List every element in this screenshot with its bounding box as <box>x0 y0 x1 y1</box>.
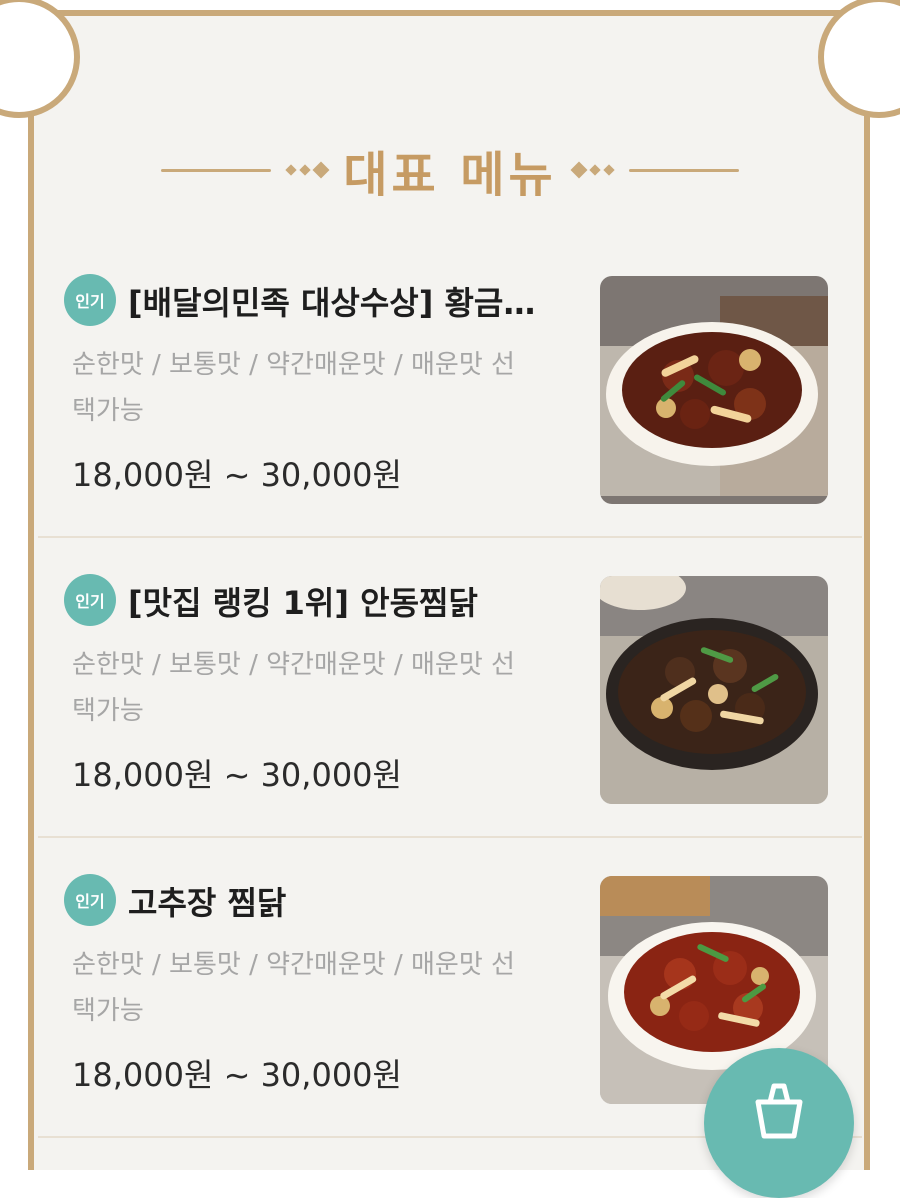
frame-corner-right <box>818 0 900 118</box>
ornament-line-right <box>628 168 739 172</box>
shopping-bag-icon <box>755 1083 803 1139</box>
menu-description: 순한맛 / 보통맛 / 약간매운맛 / 매운맛 선 택가능 <box>72 342 572 434</box>
menu-name[interactable]: [맛집 랭킹 1위] 안동찜닭 <box>128 578 568 624</box>
popular-badge: 인기 <box>64 274 116 326</box>
menu-photo[interactable] <box>600 276 828 504</box>
menu-description-line: 택가능 <box>72 696 144 726</box>
food-photo-icon <box>600 276 828 504</box>
menu-description-line: 택가능 <box>72 396 144 426</box>
menu-description: 순한맛 / 보통맛 / 약간매운맛 / 매운맛 선 택가능 <box>72 942 572 1034</box>
popular-badge: 인기 <box>64 574 116 626</box>
menu-price: 18,000원 ~ 30,000원 <box>72 456 402 494</box>
ornament-diamonds-left <box>285 161 330 179</box>
frame-corner-left <box>0 0 80 118</box>
ornament-diamonds-right <box>570 161 615 179</box>
menu-item[interactable]: 인기 [배달의민족 대상수상] 황금… 순한맛 / 보통맛 / 약간매운맛 / … <box>38 238 862 538</box>
menu-name[interactable]: [배달의민족 대상수상] 황금… <box>128 278 568 324</box>
section-header: 대표 메뉴 <box>0 140 900 203</box>
menu-name[interactable]: 고추장 찜닭 <box>128 878 568 924</box>
ornament-line-left <box>161 168 272 172</box>
menu-price: 18,000원 ~ 30,000원 <box>72 1056 402 1094</box>
cart-button[interactable] <box>704 1048 854 1198</box>
food-photo-icon <box>600 576 828 804</box>
menu-price: 18,000원 ~ 30,000원 <box>72 756 402 794</box>
section-title: 대표 메뉴 <box>343 147 557 203</box>
popular-badge: 인기 <box>64 874 116 926</box>
menu-item[interactable]: 인기 [맛집 랭킹 1위] 안동찜닭 순한맛 / 보통맛 / 약간매운맛 / 매… <box>38 538 862 838</box>
menu-description-line: 순한맛 / 보통맛 / 약간매운맛 / 매운맛 선 <box>72 650 515 680</box>
menu-description: 순한맛 / 보통맛 / 약간매운맛 / 매운맛 선 택가능 <box>72 642 572 734</box>
menu-description-line: 택가능 <box>72 996 144 1026</box>
menu-list: 인기 [배달의민족 대상수상] 황금… 순한맛 / 보통맛 / 약간매운맛 / … <box>38 238 862 1138</box>
menu-description-line: 순한맛 / 보통맛 / 약간매운맛 / 매운맛 선 <box>72 950 515 980</box>
menu-photo[interactable] <box>600 576 828 804</box>
menu-description-line: 순한맛 / 보통맛 / 약간매운맛 / 매운맛 선 <box>72 350 515 380</box>
